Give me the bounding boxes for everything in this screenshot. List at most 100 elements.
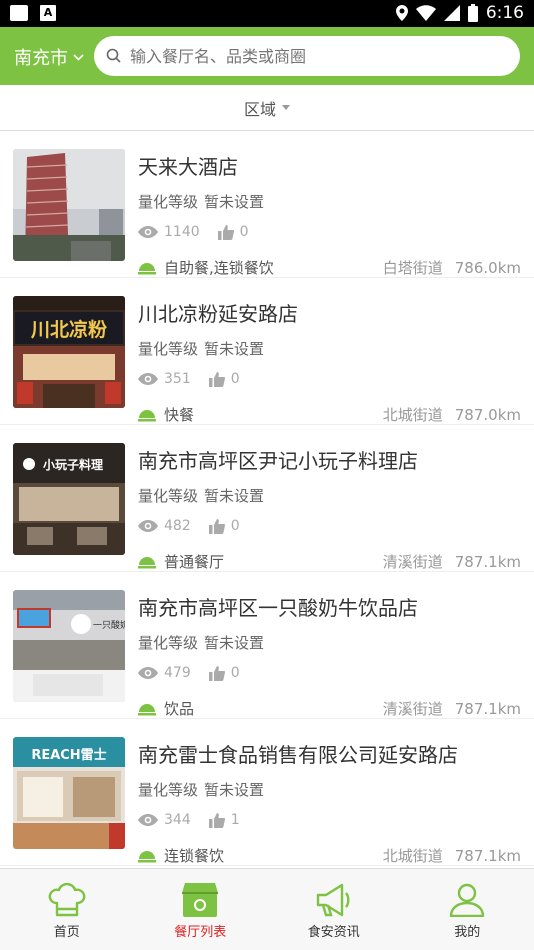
top-header: 南充市	[0, 27, 534, 85]
app-notification-icon: A	[40, 5, 56, 21]
thumbs-up-icon	[208, 812, 225, 828]
likes-count: 1	[230, 812, 240, 828]
thumbs-up-icon	[208, 371, 225, 387]
chef-hat-icon	[48, 883, 86, 917]
thumbs-up-icon	[217, 224, 234, 240]
distance-text: 787.1km	[454, 553, 521, 571]
restaurant-thumbnail: 小玩子料理	[13, 443, 125, 555]
category-row: 饮品 清溪街道 787.1km	[138, 698, 521, 719]
stats-row: 351 0	[138, 371, 258, 387]
grade-value: 暂未设置	[204, 781, 265, 799]
grade-row: 量化等级 暂未设置	[138, 338, 270, 359]
stats-row: 1140 0	[138, 224, 267, 240]
tab-profile-label: 我的	[454, 925, 481, 940]
street-text: 清溪街道	[382, 700, 443, 718]
restaurant-item[interactable]: 小玩子料理 南充市高坪区尹记小玩子料理店 量化等级 暂未设置 482 0 普通餐厅…	[0, 425, 534, 572]
region-filter[interactable]: 区域	[0, 85, 534, 131]
dish-icon	[138, 703, 156, 715]
category-row: 自助餐,连锁餐饮 白塔街道 786.0km	[138, 257, 521, 278]
thumbs-up-icon	[208, 665, 225, 681]
category-text: 快餐	[164, 406, 195, 424]
status-bar: A 6:16	[0, 0, 534, 27]
city-label: 南充市	[14, 48, 68, 69]
restaurant-name: 南充市高坪区一只酸奶牛饮品店	[138, 596, 418, 620]
eye-icon	[138, 814, 158, 826]
user-icon	[450, 883, 485, 917]
grade-value: 暂未设置	[204, 487, 265, 505]
grade-label: 量化等级	[138, 781, 199, 799]
street-text: 北城街道	[382, 847, 443, 865]
category-text: 连锁餐饮	[164, 847, 225, 865]
restaurant-thumbnail: 一只酸奶	[13, 590, 125, 702]
grade-value: 暂未设置	[204, 193, 265, 211]
tab-home-label: 首页	[53, 925, 80, 940]
dish-icon	[138, 850, 156, 862]
grade-label: 量化等级	[138, 193, 199, 211]
category-text: 普通餐厅	[164, 553, 225, 571]
dish-icon	[138, 262, 156, 274]
category-text: 饮品	[164, 700, 195, 718]
city-selector[interactable]: 南充市	[14, 44, 84, 70]
grade-value: 暂未设置	[204, 634, 265, 652]
restaurant-item[interactable]: REACH雷士 南充雷士食品销售有限公司延安路店 量化等级 暂未设置 344 1 …	[0, 719, 534, 866]
dish-icon	[138, 556, 156, 568]
tab-restaurant-list[interactable]: 餐厅列表	[134, 869, 268, 950]
restaurant-list: 天来大酒店 量化等级 暂未设置 1140 0 自助餐,连锁餐饮 白塔街道 786.0…	[0, 131, 534, 866]
clock: 6:16	[485, 3, 524, 23]
stats-row: 344 1	[138, 812, 258, 828]
eye-icon	[138, 667, 158, 679]
restaurant-item[interactable]: 天来大酒店 量化等级 暂未设置 1140 0 自助餐,连锁餐饮 白塔街道 786.0…	[0, 131, 534, 278]
category-text: 自助餐,连锁餐饮	[164, 259, 274, 277]
restaurant-name: 川北凉粉延安路店	[138, 302, 298, 326]
views-count: 482	[164, 518, 191, 534]
street-text: 清溪街道	[382, 553, 443, 571]
category-row: 快餐 北城街道 787.0km	[138, 404, 521, 425]
restaurant-name: 天来大酒店	[138, 155, 238, 179]
restaurant-item[interactable]: 一只酸奶 南充市高坪区一只酸奶牛饮品店 量化等级 暂未设置 479 0 饮品 清溪…	[0, 572, 534, 719]
eye-icon	[138, 373, 158, 385]
likes-count: 0	[230, 665, 240, 681]
battery-icon	[467, 4, 478, 22]
views-count: 351	[164, 371, 191, 387]
restaurant-thumbnail	[13, 149, 125, 261]
search-input[interactable]	[130, 46, 510, 66]
grade-label: 量化等级	[138, 487, 199, 505]
restaurant-thumbnail: REACH雷士	[13, 737, 125, 849]
location-icon	[395, 5, 408, 21]
grade-row: 量化等级 暂未设置	[138, 779, 270, 800]
thumb-sign-text: 一只酸奶	[93, 619, 125, 631]
street-text: 北城街道	[382, 406, 443, 424]
likes-count: 0	[230, 518, 240, 534]
street-text: 白塔街道	[382, 259, 443, 277]
distance-text: 787.0km	[454, 406, 521, 424]
thumbs-up-icon	[208, 518, 225, 534]
search-box[interactable]	[94, 36, 520, 76]
distance-text: 787.1km	[454, 847, 521, 865]
stats-row: 482 0	[138, 518, 258, 534]
tab-profile[interactable]: 我的	[401, 869, 534, 950]
grade-label: 量化等级	[138, 340, 199, 358]
grade-row: 量化等级 暂未设置	[138, 191, 270, 212]
category-row: 连锁餐饮 北城街道 787.1km	[138, 845, 521, 866]
tab-home[interactable]: 首页	[0, 869, 134, 950]
bottom-tab-bar: 首页 餐厅列表 食安资讯 我的	[0, 868, 534, 950]
chevron-down-icon	[73, 53, 84, 61]
caret-down-icon	[282, 105, 290, 110]
restaurant-item[interactable]: 川北凉粉 川北凉粉延安路店 量化等级 暂未设置 351 0 快餐 北城街道 787.…	[0, 278, 534, 425]
thumb-sign-text: 川北凉粉	[30, 318, 107, 341]
likes-count: 0	[239, 224, 249, 240]
thumb-sign-text: REACH雷士	[31, 747, 106, 763]
views-count: 479	[164, 665, 191, 681]
signal-icon	[443, 5, 460, 21]
stats-row: 479 0	[138, 665, 258, 681]
restaurant-thumbnail: 川北凉粉	[13, 296, 125, 408]
tab-food-safety-news-label: 食安资讯	[307, 925, 360, 940]
category-row: 普通餐厅 清溪街道 787.1km	[138, 551, 521, 572]
eye-icon	[138, 226, 158, 238]
notification-icon	[10, 5, 28, 21]
wifi-icon	[415, 5, 436, 21]
distance-text: 786.0km	[454, 259, 521, 277]
thumb-sign-text: 小玩子料理	[43, 457, 103, 472]
tab-food-safety-news[interactable]: 食安资讯	[267, 869, 401, 950]
restaurant-name: 南充市高坪区尹记小玩子料理店	[138, 449, 418, 473]
